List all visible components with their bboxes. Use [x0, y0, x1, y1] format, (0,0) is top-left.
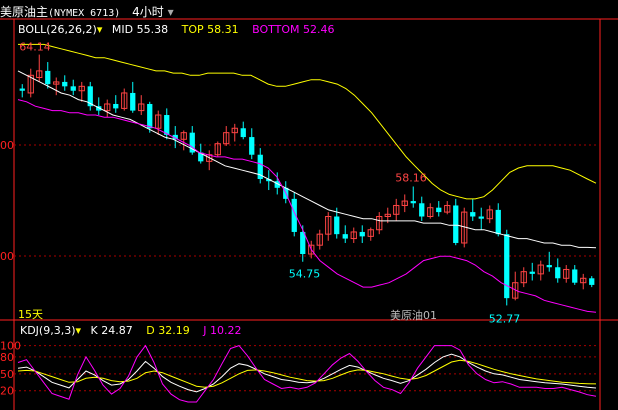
- period-selector[interactable]: 4小时 ▾: [132, 5, 174, 19]
- candle-body: [249, 137, 255, 155]
- candle-body: [504, 234, 510, 299]
- candle-body: [62, 81, 68, 87]
- candle-body: [240, 128, 246, 138]
- candle-body: [19, 88, 25, 91]
- bottom-label: BOTTOM: [252, 23, 300, 36]
- candle-body: [147, 103, 153, 129]
- chevron-down-icon: ▾: [167, 5, 174, 19]
- instrument-code: (NYMEX 6713): [48, 8, 121, 19]
- candle-body: [478, 216, 484, 219]
- candle-body: [419, 203, 425, 217]
- kdj-tick-label: 50: [0, 368, 14, 381]
- kdj-legend: KDJ(9,3,3)▾ K 24.87 D 32.19 J 10.22: [20, 324, 241, 337]
- mid-label: MID: [111, 23, 134, 36]
- instrument-name: 美原油主: [0, 5, 49, 19]
- annotation-low-1: 54.75: [289, 268, 321, 281]
- candle-body: [359, 231, 365, 237]
- candle-body: [113, 103, 119, 109]
- kdj-selector[interactable]: KDJ(9,3,3)▾: [20, 324, 85, 337]
- candle-body: [342, 234, 348, 239]
- series-line-top: [18, 43, 597, 200]
- top-value: 58.31: [207, 23, 239, 36]
- kdj-tick-label: 80: [0, 351, 14, 364]
- price-tick-label: 00: [0, 250, 14, 263]
- series-line-mid: [17, 70, 597, 249]
- period-span-label: 15天: [18, 308, 43, 321]
- boll-selector[interactable]: BOLL(26,26,2)▾: [18, 23, 106, 36]
- d-value: 32.19: [158, 324, 190, 337]
- candle-body: [164, 115, 170, 135]
- boll-legend: BOLL(26,26,2)▾ MID 55.38 TOP 58.31 BOTTO…: [18, 23, 335, 36]
- candle-body: [546, 265, 552, 268]
- annotation-low-2: 52.77: [489, 312, 521, 325]
- d-label: D: [146, 324, 155, 337]
- mid-value: 55.38: [136, 23, 169, 36]
- header-bar: 美原油主(NYMEX 6713) 4小时 ▾: [0, 3, 174, 20]
- candle-body: [70, 86, 76, 91]
- boll-label: BOLL(26,26,2): [18, 23, 97, 36]
- annotation-high-1: 64.14: [19, 41, 51, 54]
- candle-body: [470, 212, 476, 217]
- candle-body: [495, 209, 501, 235]
- chevron-down-icon: ▾: [96, 23, 103, 36]
- chevron-down-icon: ▾: [75, 324, 82, 337]
- candle-body: [453, 205, 459, 243]
- chart-svg: 000010080502064.1454.7558.1652.77: [0, 18, 618, 410]
- candle-body: [572, 269, 578, 283]
- kdj-label: KDJ(9,3,3): [20, 324, 76, 337]
- watermark-label: 美原油01: [390, 309, 437, 322]
- j-label: J: [203, 324, 207, 337]
- k-label: K: [90, 324, 98, 337]
- chart-window: 00 00 100 80 50 20 64.14 54.75 58.16 52.77 美原油主(N…: [0, 0, 618, 410]
- candle-body: [410, 201, 416, 204]
- candle-body: [45, 70, 51, 85]
- period-label: 4小时: [132, 5, 164, 19]
- candle-body: [589, 278, 595, 285]
- bottom-value: 52.46: [303, 23, 335, 36]
- candle-body: [130, 92, 136, 111]
- j-value: 10.22: [209, 324, 242, 337]
- candle-body: [555, 267, 561, 279]
- price-tick-label: 00: [0, 139, 14, 152]
- top-label: TOP: [181, 23, 204, 36]
- candle-body: [334, 216, 340, 235]
- candle-body: [436, 207, 442, 213]
- candle-body: [529, 271, 535, 274]
- annotation-high-2: 58.16: [395, 172, 427, 185]
- kdj-tick-label: 20: [0, 385, 14, 398]
- k-value: 24.87: [101, 324, 133, 337]
